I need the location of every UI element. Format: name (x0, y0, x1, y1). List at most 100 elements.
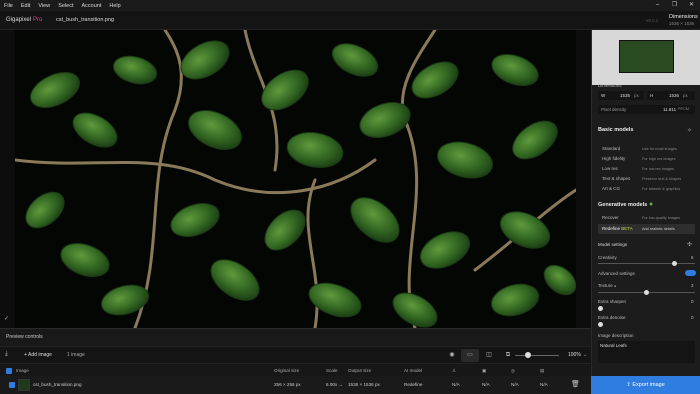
pin-icon[interactable]: ✧ (687, 127, 692, 134)
extra-denoise-slider-handle[interactable] (598, 322, 603, 327)
settings-panel: Dimensions W 1536 px H 1536 px Pixel den… (591, 30, 700, 376)
pixel-density-field[interactable]: Pixel density 11.811 PPCM (598, 105, 695, 114)
export-label: Export image (632, 382, 665, 388)
image-description-label: Image description (598, 333, 634, 338)
advanced-settings-toggle[interactable] (685, 270, 696, 276)
add-image-label: Add image (28, 352, 52, 358)
texture-value: 3 (691, 283, 694, 288)
export-image-button[interactable]: ⇪ Export image (591, 376, 700, 394)
compression-icon: ▤ (540, 368, 545, 373)
height-label: H (650, 93, 654, 98)
row-compression: N/A (540, 382, 548, 387)
model-art-cg[interactable]: Art & CG For artwork & graphics (598, 184, 695, 194)
trash-icon[interactable]: 🗑 (571, 380, 580, 388)
model-art-cg-name: Art & CG (602, 186, 621, 191)
image-description-input[interactable]: Natural Leafs (598, 341, 695, 363)
dimensions-header: Dimensions 1536 × 1536 (669, 14, 698, 26)
model-standard-name: Standard (602, 146, 621, 151)
model-standard[interactable]: Standard Use for most images (598, 144, 695, 154)
dimensions-title: Dimensions (669, 14, 698, 20)
width-field[interactable]: W 1536 px (598, 91, 644, 100)
model-high-fidelity[interactable]: High fidelity For high res images (598, 154, 695, 164)
creativity-value: 5 (691, 255, 694, 260)
close-icon[interactable]: ✕ (683, 0, 700, 11)
preview-controls[interactable]: Preview controls (0, 328, 591, 346)
select-all-checkbox[interactable] (6, 368, 12, 374)
menu-select[interactable]: Select (54, 3, 77, 9)
width-unit: px (634, 93, 639, 98)
creativity-slider[interactable] (598, 263, 695, 264)
model-text-shapes[interactable]: Text & shapes Preserve text & shapes (598, 174, 695, 184)
row-sharpen: N/A (511, 382, 519, 387)
zoom-slider[interactable] (515, 355, 559, 356)
maximize-icon[interactable]: ❐ (666, 0, 683, 11)
model-low-res[interactable]: Low res For low res images (598, 164, 695, 174)
extra-sharpen-label: Extra sharpen (598, 299, 627, 304)
pro-badge: Pro (33, 17, 43, 23)
table-row[interactable]: cst_bush_transition.png 256 × 256 px 6.0… (0, 376, 591, 394)
preview-image[interactable] (15, 30, 576, 328)
row-filename: cst_bush_transition.png (33, 382, 82, 387)
model-settings-title: Model settings (598, 242, 628, 247)
zoom-slider-handle[interactable] (525, 352, 531, 358)
settings-icon[interactable]: ✣ (687, 241, 692, 248)
extra-sharpen-slider-handle[interactable] (598, 306, 603, 311)
add-image-button[interactable]: + Add image (24, 352, 52, 358)
model-high-fidelity-name: High fidelity (602, 156, 626, 161)
extra-sharpen-value: 0 (691, 299, 694, 304)
model-low-res-desc: For low res images (642, 167, 675, 171)
row-checkbox[interactable] (9, 382, 15, 388)
menu-help[interactable]: Help (105, 3, 124, 9)
advanced-settings-label: Advanced settings (598, 271, 635, 276)
menu-edit[interactable]: Edit (17, 3, 34, 9)
model-recover[interactable]: Recover For low-quality images (598, 213, 695, 223)
menu-view[interactable]: View (34, 3, 54, 9)
row-scale[interactable]: 6.00x → (326, 382, 343, 387)
pixel-density-value: 11.811 (663, 107, 677, 112)
chevron-down-icon[interactable]: ⌄ (583, 352, 587, 358)
minimize-icon[interactable]: – (649, 0, 666, 11)
height-field[interactable]: H 1536 px (647, 91, 695, 100)
app-name: Gigapixel (6, 17, 32, 23)
creativity-slider-handle[interactable] (672, 261, 677, 266)
app-title: Gigapixel Pro (6, 17, 42, 23)
navigator-preview[interactable] (592, 30, 700, 85)
row-ai-model: Redefine (404, 382, 423, 387)
check-icon[interactable]: ✓ (4, 315, 9, 322)
image-count: 1 image (67, 352, 85, 358)
single-view-icon[interactable]: ▭ (461, 349, 479, 362)
beta-badge: BETA (621, 226, 633, 231)
menu-file[interactable]: File (0, 3, 17, 9)
download-icon[interactable]: ⤓ (5, 351, 8, 358)
navigator-thumbnail[interactable] (619, 40, 674, 73)
sparkle-icon: ✦ (648, 202, 654, 208)
pixel-density-unit: PPCM (678, 107, 689, 111)
leaves-image (15, 30, 576, 328)
model-redefine[interactable]: Redefine BETA Add realistic details (598, 224, 695, 234)
texture-slider-handle[interactable] (644, 290, 649, 295)
header-ai-model: AI model (404, 368, 423, 373)
extra-denoise-value: 0 (691, 315, 694, 320)
menu-account[interactable]: Account (77, 3, 105, 9)
info-icon[interactable]: ● (614, 284, 616, 288)
model-text-shapes-desc: Preserve text & shapes (642, 177, 682, 181)
generative-models-label: Generative models (598, 202, 648, 208)
model-text-shapes-name: Text & shapes (602, 176, 631, 181)
split-view-icon[interactable]: ◫ (480, 349, 498, 362)
eye-icon[interactable]: ◉ (443, 349, 461, 362)
height-value: 1536 (669, 93, 680, 98)
queue-header: Image Original size Scale Output size AI… (0, 363, 591, 376)
model-art-cg-desc: For artwork & graphics (642, 187, 681, 191)
top-toolbar: Gigapixel Pro cst_bush_transition.png v8.… (0, 11, 700, 30)
texture-label-text: Texture (598, 283, 613, 288)
file-name: cst_bush_transition.png (56, 17, 115, 23)
header-scale: Scale (326, 368, 338, 373)
creativity-label: Creativity (598, 255, 617, 260)
height-unit: px (683, 93, 688, 98)
preview-canvas[interactable]: ✓ (0, 30, 591, 328)
model-low-res-name: Low res (602, 166, 618, 171)
generative-models-title: Generative models ✦ (598, 202, 653, 208)
dimensions-value: 1536 × 1536 (669, 21, 695, 26)
zoom-value[interactable]: 100% (568, 352, 581, 358)
row-denoise: N/A (482, 382, 490, 387)
